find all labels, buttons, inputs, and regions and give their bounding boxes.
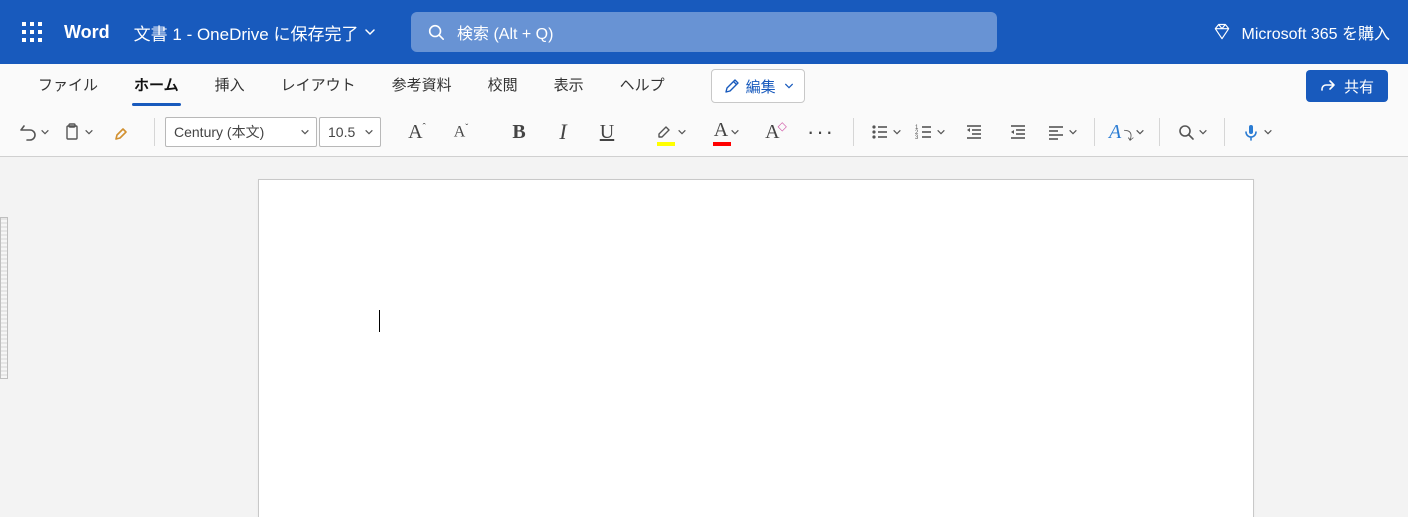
bullet-list-icon (870, 122, 890, 142)
font-color-icon: A (714, 119, 728, 142)
increase-indent-button[interactable] (996, 114, 1040, 150)
clear-format-icon: A◇ (765, 121, 789, 144)
bold-icon: B (512, 121, 525, 144)
clipboard-icon (62, 122, 82, 142)
chevron-down-icon (1135, 127, 1145, 137)
chevron-down-icon (677, 127, 687, 137)
align-button[interactable] (1040, 114, 1084, 150)
highlight-color-swatch (657, 142, 675, 146)
increase-font-icon: Aˆ (408, 121, 426, 144)
title-bar: Word 文書 1 - OneDrive に保存完了 検索 (Alt + Q) … (0, 0, 1408, 64)
paintbrush-icon (112, 122, 132, 142)
tab-references[interactable]: 参考資料 (374, 64, 470, 108)
waffle-icon (22, 22, 42, 42)
document-title: 文書 1 - OneDrive に保存完了 (134, 20, 359, 45)
styles-icon: A⤵ (1109, 121, 1133, 144)
chevron-down-icon (364, 26, 376, 38)
align-left-icon (1046, 122, 1066, 142)
tab-review[interactable]: 校閲 (470, 64, 536, 108)
font-color-button[interactable]: A (699, 114, 755, 150)
document-canvas (0, 157, 1408, 517)
divider (154, 118, 155, 146)
ellipsis-icon: ··· (807, 126, 835, 138)
indent-icon (1008, 122, 1028, 142)
decrease-font-icon: Aˇ (454, 122, 469, 141)
buy-m365-button[interactable]: Microsoft 365 を購入 (1212, 20, 1408, 44)
svg-text:3: 3 (915, 135, 919, 141)
tab-file[interactable]: ファイル (20, 64, 116, 108)
chevron-down-icon (892, 127, 902, 137)
outdent-icon (964, 122, 984, 142)
text-cursor (379, 310, 380, 332)
styles-button[interactable]: A⤵ (1105, 114, 1149, 150)
font-size-select[interactable]: 10.5 (319, 117, 381, 147)
search-placeholder: 検索 (Alt + Q) (457, 20, 553, 44)
underline-button[interactable]: U (585, 114, 629, 150)
buy-m365-label: Microsoft 365 を購入 (1242, 20, 1391, 44)
divider (1159, 118, 1160, 146)
share-button[interactable]: 共有 (1306, 70, 1388, 102)
app-launcher-button[interactable] (0, 0, 64, 64)
pencil-icon (724, 78, 740, 94)
decrease-font-size-button[interactable]: Aˇ (439, 114, 483, 150)
undo-button[interactable] (12, 114, 56, 150)
underline-icon: U (600, 121, 614, 144)
dictate-button[interactable] (1235, 114, 1279, 150)
chevron-down-icon (300, 127, 310, 137)
share-label: 共有 (1344, 76, 1374, 97)
clear-formatting-button[interactable]: A◇ (755, 114, 799, 150)
format-painter-button[interactable] (100, 114, 144, 150)
chevron-down-icon (730, 127, 740, 137)
chevron-down-icon (1068, 127, 1078, 137)
divider (853, 118, 854, 146)
numbered-list-icon: 1 2 3 (914, 122, 934, 142)
tab-help[interactable]: ヘルプ (602, 64, 683, 108)
document-page[interactable] (258, 179, 1254, 517)
tab-insert[interactable]: 挿入 (197, 64, 263, 108)
tab-view[interactable]: 表示 (536, 64, 602, 108)
divider (1094, 118, 1095, 146)
ribbon-toolbar: Century (本文) 10.5 Aˆ Aˇ B I U A A◇ ··· (0, 108, 1408, 157)
chevron-down-icon (84, 127, 94, 137)
more-font-options-button[interactable]: ··· (799, 114, 843, 150)
numbered-list-button[interactable]: 1 2 3 (908, 114, 952, 150)
editing-mode-button[interactable]: 編集 (711, 69, 805, 103)
diamond-icon (1212, 22, 1232, 42)
search-input[interactable]: 検索 (Alt + Q) (411, 12, 997, 52)
search-icon (427, 23, 445, 41)
highlighter-icon (655, 120, 675, 140)
chevron-down-icon (936, 127, 946, 137)
font-family-value: Century (本文) (174, 122, 264, 142)
paste-button[interactable] (56, 114, 100, 150)
microphone-icon (1241, 122, 1261, 142)
app-name[interactable]: Word (64, 22, 110, 43)
decrease-indent-button[interactable] (952, 114, 996, 150)
increase-font-size-button[interactable]: Aˆ (395, 114, 439, 150)
vertical-ruler[interactable] (0, 217, 8, 379)
divider (1224, 118, 1225, 146)
find-button[interactable] (1170, 114, 1214, 150)
font-color-swatch (713, 142, 731, 146)
search-icon (1176, 122, 1196, 142)
chevron-down-icon (364, 127, 374, 137)
bold-button[interactable]: B (497, 114, 541, 150)
undo-icon (18, 122, 38, 142)
tab-home[interactable]: ホーム (116, 64, 197, 108)
share-icon (1320, 78, 1336, 94)
chevron-down-icon (1198, 127, 1208, 137)
document-title-button[interactable]: 文書 1 - OneDrive に保存完了 (134, 20, 377, 45)
editing-mode-label: 編集 (746, 76, 776, 97)
bullet-list-button[interactable] (864, 114, 908, 150)
font-size-value: 10.5 (328, 124, 355, 140)
font-family-select[interactable]: Century (本文) (165, 117, 317, 147)
ribbon-tabs: ファイル ホーム 挿入 レイアウト 参考資料 校閲 表示 ヘルプ 編集 共有 (0, 64, 1408, 108)
tab-layout[interactable]: レイアウト (263, 64, 374, 108)
highlight-color-button[interactable] (643, 114, 699, 150)
italic-button[interactable]: I (541, 114, 585, 150)
chevron-down-icon (784, 81, 794, 91)
chevron-down-icon (40, 127, 50, 137)
chevron-down-icon (1263, 127, 1273, 137)
italic-icon: I (559, 119, 566, 145)
